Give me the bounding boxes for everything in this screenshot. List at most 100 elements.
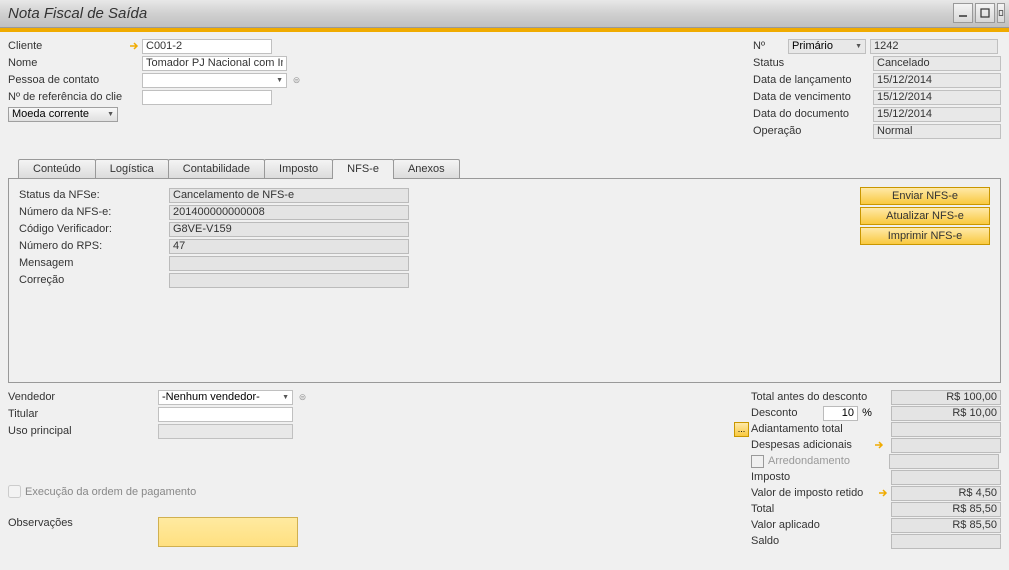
retido-label: Valor de imposto retido bbox=[751, 487, 877, 499]
arredond-checkbox[interactable] bbox=[751, 455, 764, 468]
arredond-row: Arredondamento bbox=[734, 453, 1001, 469]
titular-input[interactable] bbox=[158, 407, 293, 422]
total-value bbox=[891, 502, 1001, 517]
vendedor-combo[interactable]: -Nenhum vendedor- bbox=[158, 390, 293, 405]
link-arrow-icon[interactable] bbox=[128, 40, 140, 52]
data-lanc-row: Data de lançamento bbox=[753, 72, 1001, 88]
nfse-status-input bbox=[169, 188, 409, 203]
arredond-label: Arredondamento bbox=[768, 455, 889, 467]
nfse-correcao-label: Correção bbox=[19, 274, 169, 286]
header-section: Cliente Nome Pessoa de contato ⊜ Nº de r… bbox=[8, 38, 1001, 139]
nfse-rps-label: Número do RPS: bbox=[19, 240, 169, 252]
aplicado-row: Valor aplicado bbox=[734, 517, 1001, 533]
atualizar-nfse-button[interactable]: Atualizar NFS-e bbox=[860, 207, 990, 225]
data-doc-label: Data do documento bbox=[753, 108, 873, 120]
total-row: Total bbox=[734, 501, 1001, 517]
data-doc-row: Data do documento bbox=[753, 106, 1001, 122]
data-venc-label: Data de vencimento bbox=[753, 91, 873, 103]
imposto-value bbox=[891, 470, 1001, 485]
nfse-buttons: Enviar NFS-e Atualizar NFS-e Imprimir NF… bbox=[860, 187, 990, 245]
nfse-rps-input bbox=[169, 239, 409, 254]
info-icon[interactable]: ⊜ bbox=[290, 74, 303, 87]
nome-input[interactable] bbox=[142, 56, 287, 71]
nfse-rps-row: Número do RPS: bbox=[19, 238, 990, 254]
cliente-row: Cliente bbox=[8, 38, 303, 54]
data-lanc-input[interactable] bbox=[873, 73, 1001, 88]
data-lanc-label: Data de lançamento bbox=[753, 74, 873, 86]
adiantamento-row: ... Adiantamento total bbox=[734, 421, 1001, 437]
adiantamento-value bbox=[891, 422, 1001, 437]
nfse-correcao-input bbox=[169, 273, 409, 288]
tab-panel: Status da NFSe: Número da NFS-e: Código … bbox=[8, 178, 1001, 383]
despesas-row: Despesas adicionais bbox=[734, 437, 1001, 453]
ref-input[interactable] bbox=[142, 90, 272, 105]
nfse-codigo-row: Código Verificador: bbox=[19, 221, 990, 237]
info-icon[interactable]: ⊜ bbox=[296, 391, 309, 404]
tabs: Conteúdo Logística Contabilidade Imposto… bbox=[18, 159, 1001, 178]
desconto-row: Desconto % bbox=[734, 405, 1001, 421]
obs-textarea[interactable] bbox=[158, 517, 298, 547]
nfse-codigo-label: Código Verificador: bbox=[19, 223, 169, 235]
operacao-label: Operação bbox=[753, 125, 873, 137]
nfse-numero-row: Número da NFS-e: bbox=[19, 204, 990, 220]
retido-row: Valor de imposto retido bbox=[734, 485, 1001, 501]
content-area: Cliente Nome Pessoa de contato ⊜ Nº de r… bbox=[0, 32, 1009, 570]
tab-anexos[interactable]: Anexos bbox=[393, 159, 460, 178]
link-arrow-icon[interactable] bbox=[873, 439, 885, 451]
pessoa-combo[interactable] bbox=[142, 73, 287, 88]
total-antes-value bbox=[891, 390, 1001, 405]
tab-imposto[interactable]: Imposto bbox=[264, 159, 333, 178]
uso-label: Uso principal bbox=[8, 425, 158, 437]
arredond-value bbox=[889, 454, 999, 469]
minimize-button[interactable] bbox=[953, 3, 973, 23]
data-doc-input[interactable] bbox=[873, 107, 1001, 122]
desconto-value bbox=[891, 406, 1001, 421]
ordem-pag-label: Execução da ordem de pagamento bbox=[25, 486, 196, 498]
link-arrow-icon[interactable] bbox=[877, 487, 889, 499]
footer-left: Vendedor -Nenhum vendedor- ⊜ Titular Uso… bbox=[8, 389, 309, 549]
status-input bbox=[873, 56, 1001, 71]
window-controls bbox=[953, 3, 1005, 23]
nome-label: Nome bbox=[8, 57, 128, 69]
titular-label: Titular bbox=[8, 408, 158, 420]
vendedor-row: Vendedor -Nenhum vendedor- ⊜ bbox=[8, 389, 309, 405]
tab-logistica[interactable]: Logística bbox=[95, 159, 169, 178]
nfse-mensagem-row: Mensagem bbox=[19, 255, 990, 271]
nfse-fields: Status da NFSe: Número da NFS-e: Código … bbox=[19, 187, 990, 288]
despesas-label: Despesas adicionais bbox=[751, 439, 873, 451]
numero-combo[interactable]: Primário bbox=[788, 39, 866, 54]
enviar-nfse-button[interactable]: Enviar NFS-e bbox=[860, 187, 990, 205]
data-venc-input[interactable] bbox=[873, 90, 1001, 105]
adiantamento-label: Adiantamento total bbox=[751, 423, 891, 435]
restore-button[interactable] bbox=[997, 3, 1005, 23]
nfse-status-row: Status da NFSe: bbox=[19, 187, 990, 203]
pessoa-row: Pessoa de contato ⊜ bbox=[8, 72, 303, 88]
nfse-numero-input bbox=[169, 205, 409, 220]
obs-row: Observações bbox=[8, 517, 309, 547]
nfse-mensagem-input bbox=[169, 256, 409, 271]
moeda-row: Moeda corrente bbox=[8, 106, 303, 122]
maximize-button[interactable] bbox=[975, 3, 995, 23]
despesas-value[interactable] bbox=[891, 438, 1001, 453]
nfse-correcao-row: Correção bbox=[19, 272, 990, 288]
moeda-combo[interactable]: Moeda corrente bbox=[8, 107, 118, 122]
status-label: Status bbox=[753, 57, 873, 69]
header-left: Cliente Nome Pessoa de contato ⊜ Nº de r… bbox=[8, 38, 303, 139]
tab-conteudo[interactable]: Conteúdo bbox=[18, 159, 96, 178]
titular-row: Titular bbox=[8, 406, 309, 422]
tab-contabilidade[interactable]: Contabilidade bbox=[168, 159, 265, 178]
pessoa-label: Pessoa de contato bbox=[8, 74, 128, 86]
tab-nfse[interactable]: NFS-e bbox=[332, 159, 394, 178]
imprimir-nfse-button[interactable]: Imprimir NFS-e bbox=[860, 227, 990, 245]
tabs-container: Conteúdo Logística Contabilidade Imposto… bbox=[8, 159, 1001, 383]
percent-sign: % bbox=[858, 407, 876, 419]
adiantamento-button[interactable]: ... bbox=[734, 422, 749, 437]
retido-value bbox=[891, 486, 1001, 501]
desconto-pct-input[interactable] bbox=[823, 406, 858, 421]
uso-input[interactable] bbox=[158, 424, 293, 439]
numero-input[interactable] bbox=[870, 39, 998, 54]
cliente-label: Cliente bbox=[8, 40, 128, 52]
saldo-row: Saldo bbox=[734, 533, 1001, 549]
cliente-input[interactable] bbox=[142, 39, 272, 54]
window-title: Nota Fiscal de Saída bbox=[8, 5, 147, 22]
